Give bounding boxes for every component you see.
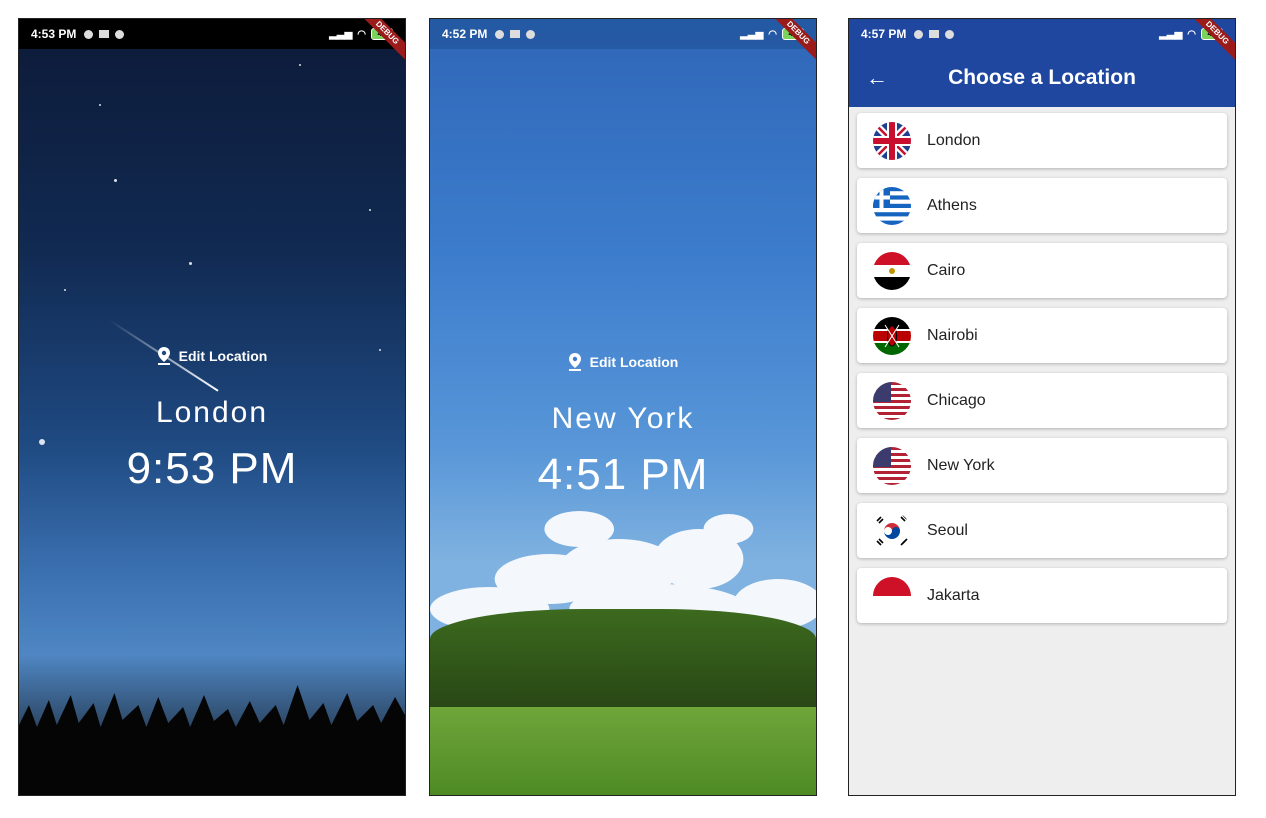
- star: [64, 289, 66, 291]
- notification-dot-icon: [495, 29, 505, 39]
- status-time: 4:53 PM: [31, 27, 77, 41]
- star: [369, 209, 371, 211]
- location-item-jakarta[interactable]: Jakarta: [857, 568, 1227, 623]
- status-bar: 4:52 PM ▂▃▅ ◠ 49: [430, 19, 816, 49]
- star: [189, 262, 192, 265]
- star: [114, 179, 117, 182]
- home-content: Edit Location New York 4:51 PM: [430, 353, 816, 500]
- location-item-chicago[interactable]: Chicago: [857, 373, 1227, 428]
- notification-dot-icon: [526, 29, 536, 39]
- edit-location-label: Edit Location: [589, 354, 679, 370]
- mail-icon: [99, 30, 110, 38]
- location-item-nairobi[interactable]: Nairobi: [857, 308, 1227, 363]
- status-time: 4:52 PM: [442, 27, 488, 41]
- signal-icon: ▂▃▅: [740, 28, 764, 40]
- status-bar: 4:57 PM ▂▃▅ ◠ 49: [849, 19, 1235, 49]
- app-bar: ← Choose a Location: [849, 49, 1235, 107]
- city-name: New York: [551, 402, 695, 435]
- local-time: 9:53 PM: [126, 444, 298, 493]
- notification-icons: [914, 29, 955, 39]
- mail-icon: [510, 30, 521, 38]
- notification-dot-icon: [945, 29, 955, 39]
- usa-flag-icon: [873, 446, 911, 485]
- star: [299, 64, 301, 66]
- location-name: New York: [927, 456, 995, 474]
- usa-flag-icon: [873, 381, 911, 420]
- signal-icon: ▂▃▅: [1159, 28, 1183, 40]
- egypt-flag-icon: [873, 251, 911, 290]
- location-name: Athens: [927, 196, 977, 214]
- phone-screen-choose-location: 4:57 PM ▂▃▅ ◠ 49 DEBUG ← Choose a Locati…: [848, 18, 1236, 796]
- phone-screen-new-york: 4:52 PM ▂▃▅ ◠ 49 DEBUG Edit Location New…: [429, 18, 817, 796]
- city-name: London: [155, 396, 269, 429]
- local-time: 4:51 PM: [537, 450, 709, 499]
- edit-location-button[interactable]: Edit Location: [157, 347, 268, 365]
- grass-field: [430, 707, 816, 795]
- location-name: Seoul: [927, 521, 968, 539]
- edit-location-button[interactable]: Edit Location: [568, 353, 679, 371]
- location-name: London: [927, 131, 981, 149]
- wifi-icon: ◠: [768, 28, 777, 40]
- indonesia-flag-icon: [873, 576, 911, 615]
- star: [99, 104, 101, 106]
- phone-screen-london: 4:53 PM ▂▃▅ ◠ 49 DEBUG Edit Location Lon…: [18, 18, 406, 796]
- location-name: Cairo: [927, 261, 966, 279]
- signal-icon: ▂▃▅: [329, 28, 353, 40]
- notification-icons: [84, 29, 125, 39]
- location-item-new-york[interactable]: New York: [857, 438, 1227, 493]
- location-list: London Athens Cairo Nairobi Chicago New …: [857, 113, 1227, 633]
- page-title: Choose a Location: [948, 66, 1136, 89]
- location-name: Chicago: [927, 391, 986, 409]
- wifi-icon: ◠: [1187, 28, 1196, 40]
- location-pin-icon: [568, 353, 581, 371]
- location-pin-icon: [157, 347, 170, 365]
- location-item-seoul[interactable]: Seoul: [857, 503, 1227, 558]
- grass-silhouette: [19, 685, 405, 795]
- mail-icon: [929, 30, 940, 38]
- location-item-athens[interactable]: Athens: [857, 178, 1227, 233]
- edit-location-label: Edit Location: [178, 348, 268, 364]
- greece-flag-icon: [873, 186, 911, 225]
- location-name: Nairobi: [927, 326, 978, 344]
- location-name: Jakarta: [927, 586, 980, 604]
- notification-dot-icon: [84, 29, 94, 39]
- home-content: Edit Location London 9:53 PM: [19, 347, 405, 494]
- location-item-london[interactable]: London: [857, 113, 1227, 168]
- kenya-flag-icon: [873, 316, 911, 355]
- status-bar: 4:53 PM ▂▃▅ ◠ 49: [19, 19, 405, 49]
- south-korea-flag-icon: [873, 511, 911, 550]
- notification-icons: [495, 29, 536, 39]
- arrow-back-icon[interactable]: ←: [849, 65, 905, 91]
- status-time: 4:57 PM: [861, 27, 907, 41]
- wifi-icon: ◠: [357, 28, 366, 40]
- uk-flag-icon: [873, 121, 911, 160]
- notification-dot-icon: [115, 29, 125, 39]
- location-item-cairo[interactable]: Cairo: [857, 243, 1227, 298]
- notification-dot-icon: [914, 29, 924, 39]
